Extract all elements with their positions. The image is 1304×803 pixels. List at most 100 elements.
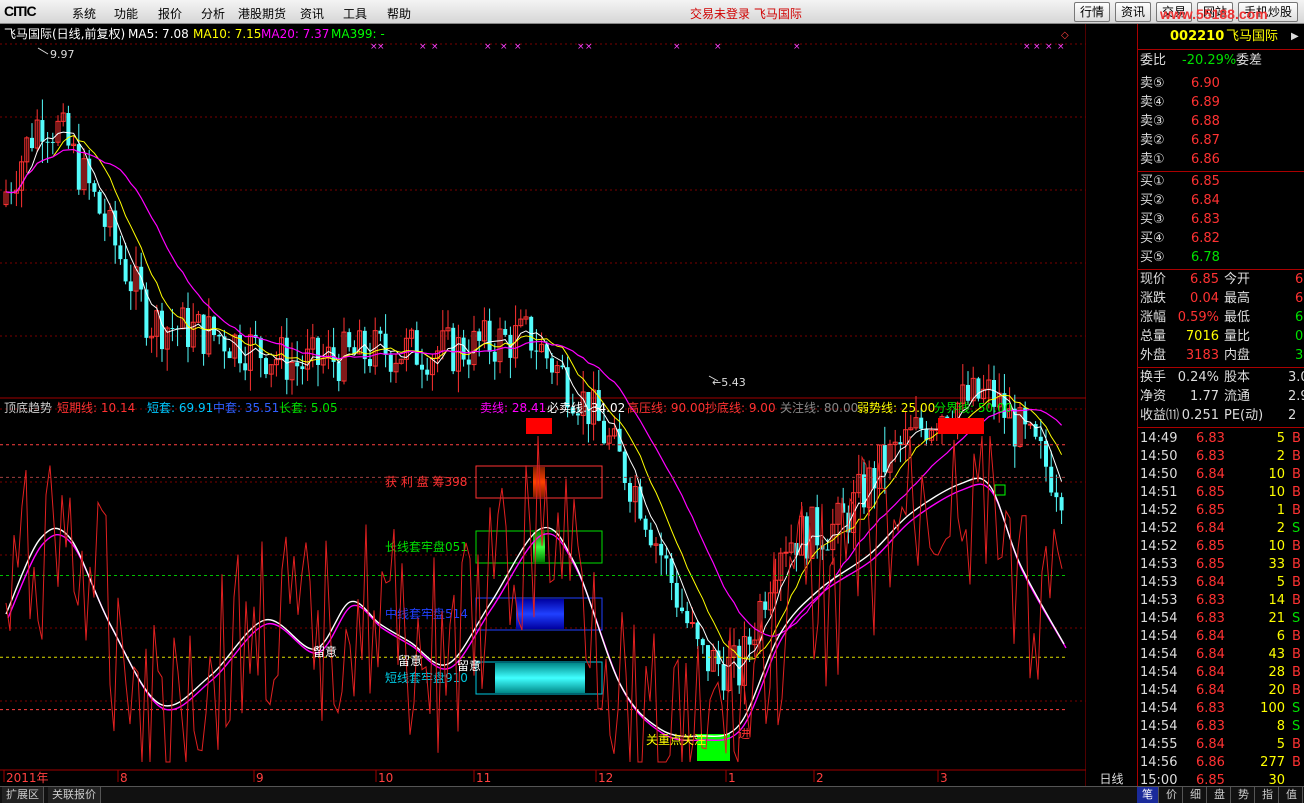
tick-row: 14:54 6.84 28 B: [1138, 664, 1304, 682]
candle-down: [160, 310, 164, 350]
scroll-arrow[interactable]: ▶: [1291, 28, 1299, 46]
ask-row: 卖① 6.86: [1138, 151, 1304, 169]
candle-down: [92, 183, 97, 192]
chart-area[interactable]: 10.009.509.008.508.007.507.006.506.005.5…: [0, 24, 1086, 786]
tick-time: 14:54: [1140, 719, 1178, 734]
quote-tab-1[interactable]: 价: [1161, 787, 1183, 803]
bottom-tab-1[interactable]: 关联报价: [48, 787, 101, 803]
quote-label: 最高: [1224, 291, 1251, 306]
date-label: 10: [378, 771, 393, 785]
candle-down: [227, 351, 232, 359]
candle-down: [217, 335, 222, 337]
tick-time: 14:50: [1140, 467, 1178, 482]
tick-volume: 100: [1260, 701, 1285, 716]
tick-price: 6.84: [1196, 521, 1225, 536]
date-label: 12: [598, 771, 613, 785]
tick-row: 14:53 6.83 14 B: [1138, 592, 1304, 610]
quote-label: 外盘: [1140, 348, 1167, 363]
menu-0[interactable]: 系统: [72, 5, 96, 22]
quote-tab-6[interactable]: 值: [1281, 787, 1303, 803]
quote-row: 现价 6.85 今开 6: [1138, 271, 1304, 289]
signal-x-mark: ×: [500, 42, 508, 52]
tick-row: 14:50 6.83 2 B: [1138, 448, 1304, 466]
candle-down: [201, 314, 206, 354]
indicator-header-10: 弱势线: 25.00: [857, 401, 935, 415]
menu-7[interactable]: 帮助: [387, 5, 411, 22]
chip-box-fill: [495, 663, 585, 693]
signal-x-mark: ×: [1057, 42, 1065, 52]
bid-price: 6.83: [1191, 212, 1220, 227]
top-button-0[interactable]: 行情: [1074, 2, 1111, 22]
menu-4[interactable]: 港股期货: [238, 5, 286, 22]
indicator-header-1: 短期线: 10.14: [57, 401, 135, 415]
bid-row: 买③ 6.83: [1138, 211, 1304, 229]
bid-label: 买③: [1140, 212, 1165, 227]
quote-tab-5[interactable]: 指: [1257, 787, 1279, 803]
ask-label: 卖①: [1140, 152, 1165, 167]
candle-down: [503, 329, 508, 335]
menu-6[interactable]: 工具: [343, 5, 367, 22]
quote-tab-4[interactable]: 势: [1233, 787, 1255, 803]
tick-time: 14:51: [1140, 485, 1178, 500]
top-button-1[interactable]: 资讯: [1115, 2, 1152, 22]
quote-value: 6: [1295, 291, 1304, 306]
candle-down: [669, 558, 674, 583]
tick-price: 6.84: [1196, 467, 1225, 482]
candle-down: [383, 333, 388, 355]
quote-tab-2[interactable]: 细: [1185, 787, 1207, 803]
candle-down: [170, 327, 175, 329]
quote-tab-0[interactable]: 笔: [1137, 787, 1159, 803]
bottom-tab-0[interactable]: 扩展区: [2, 787, 44, 803]
weibi-label: 委比: [1140, 53, 1167, 68]
tick-row: 14:54 6.84 20 B: [1138, 682, 1304, 700]
ask-row: 卖⑤ 6.90: [1138, 75, 1304, 93]
candle-down: [347, 332, 352, 348]
tick-direction: B: [1292, 737, 1301, 752]
tick-row: 14:54 6.84 6 B: [1138, 628, 1304, 646]
candle-down: [477, 331, 482, 341]
chip-box-label: 中线套牢盘514: [385, 606, 468, 621]
quote-label: 今开: [1224, 272, 1251, 287]
quote-row: 总量 7016 量比 0: [1138, 328, 1304, 346]
menu-1[interactable]: 功能: [114, 5, 138, 22]
tick-row: 15:00 6.85 30: [1138, 772, 1304, 786]
menu-2[interactable]: 报价: [158, 5, 182, 22]
stats-value: 1.77: [1190, 389, 1219, 404]
quote-value: 0: [1295, 329, 1304, 344]
signal-x-mark: ×: [1045, 42, 1053, 52]
date-label: 2011年: [6, 771, 49, 785]
tick-volume: 2: [1276, 521, 1285, 536]
ask-bid-divider: [1138, 171, 1304, 172]
quote-tab-3[interactable]: 盘: [1209, 787, 1231, 803]
tick-volume: 21: [1268, 611, 1285, 626]
tick-price: 6.85: [1196, 773, 1225, 786]
quote-value: 0.04: [1190, 291, 1219, 306]
bid-row: 买④ 6.82: [1138, 230, 1304, 248]
tick-time: 14:52: [1140, 521, 1178, 536]
candle-down: [976, 378, 981, 399]
period-label[interactable]: 日线: [1086, 770, 1137, 786]
candle-down: [882, 444, 887, 473]
menu-3[interactable]: 分析: [201, 5, 225, 22]
watermark: www.55188.com: [1160, 6, 1268, 22]
tick-price: 6.83: [1196, 431, 1225, 446]
ask-price: 6.86: [1191, 152, 1220, 167]
indicator-header-11: 分界线: 50.00: [934, 401, 1012, 415]
candle-down: [102, 213, 107, 227]
menu-5[interactable]: 资讯: [300, 5, 324, 22]
indicator-header-8: 抄底线: 9.00: [705, 400, 776, 415]
bid-label: 买①: [1140, 174, 1165, 189]
stats-row: 净资 1.77 流通 2.9: [1138, 388, 1304, 406]
quote-value: 6: [1295, 272, 1304, 287]
quote-tab-bar: 笔价细盘势指值: [1137, 786, 1304, 803]
ma20-value: MA20: 7.37: [261, 27, 329, 41]
tick-volume: 20: [1268, 683, 1285, 698]
candle-down: [721, 664, 726, 691]
tick-price: 6.84: [1196, 737, 1225, 752]
candle-down: [118, 245, 123, 260]
tick-direction: S: [1292, 521, 1301, 536]
stats-label: 换手: [1140, 370, 1167, 385]
tick-volume: 5: [1276, 575, 1285, 590]
ask-row: 卖④ 6.89: [1138, 94, 1304, 112]
tick-price: 6.85: [1196, 503, 1225, 518]
